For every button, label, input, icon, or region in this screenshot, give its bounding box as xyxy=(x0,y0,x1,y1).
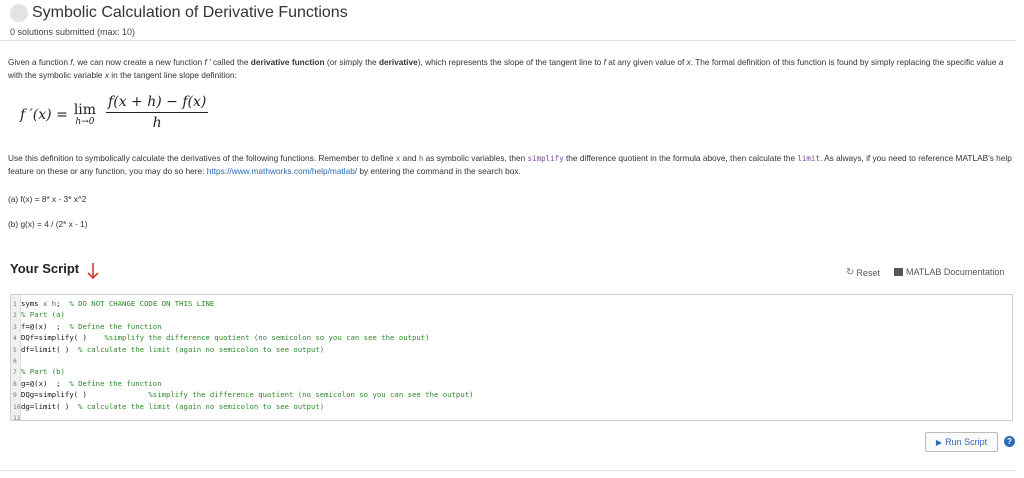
formula-lhs: f ′(x) = xyxy=(20,106,68,123)
code-text: DQg=simplify( ) xyxy=(21,390,149,400)
part-a-function: (a) f(x) = 8* x - 3* x^2 xyxy=(8,194,87,204)
reset-icon: ↻ xyxy=(846,267,855,278)
run-script-button[interactable]: ▶ Run Script xyxy=(925,432,998,452)
instr-code: limit xyxy=(797,154,820,163)
code-comment: % calculate the limit (again no semicolo… xyxy=(78,401,325,411)
instr-text: and xyxy=(400,153,419,163)
matlab-documentation-button[interactable]: MATLAB Documentation xyxy=(894,267,1004,277)
desc-bold: derivative xyxy=(378,57,418,67)
docs-label: MATLAB Documentation xyxy=(906,267,1005,277)
help-icon[interactable]: ? xyxy=(1004,436,1015,447)
divider xyxy=(0,470,1016,471)
formula-lim-text: lim xyxy=(73,102,97,118)
code-comment: % Part (a) xyxy=(21,310,65,320)
desc-text: with the symbolic variable xyxy=(8,70,105,80)
code-comment: %simplify the difference quotient (no se… xyxy=(104,333,430,343)
divider xyxy=(0,40,1016,41)
code-editor[interactable]: 1 syms x h; % DO NOT CHANGE CODE ON THIS … xyxy=(10,294,1013,423)
down-arrow-icon xyxy=(87,263,99,280)
problem-header: Symbolic Calculation of Derivative Funct… xyxy=(10,4,348,22)
desc-text: in the tangent line slope definition: xyxy=(109,70,237,80)
run-label: Run Script xyxy=(945,437,988,447)
desc-text: (or simply the xyxy=(324,57,379,67)
code-line[interactable]: 9 DQg=simplify( ) %simplify the differenc… xyxy=(11,389,474,400)
book-icon xyxy=(894,268,903,276)
desc-text: at any given value of xyxy=(605,57,687,67)
code-comment: % DO NOT CHANGE CODE ON THIS LINE xyxy=(69,299,215,308)
code-text: df=limit( ) xyxy=(21,344,79,354)
page-title: Symbolic Calculation of Derivative Funct… xyxy=(32,4,348,21)
part-b-function: (b) g(x) = 4 / (2* x - 1) xyxy=(8,219,88,229)
problem-description: Given a function f, we can now create a … xyxy=(8,56,1008,82)
desc-text: called the xyxy=(210,57,251,67)
formula-denominator: h xyxy=(152,115,162,131)
code-comment: % Part (b) xyxy=(21,367,65,377)
code-line[interactable]: 6 xyxy=(11,355,21,366)
desc-text: Given a function xyxy=(8,57,71,67)
code-comment: % calculate the limit (again no semicolo… xyxy=(78,344,325,354)
code-line[interactable]: 2% Part (a) xyxy=(11,309,65,320)
formula-limit: lim h→0 xyxy=(74,102,96,127)
code-text: syms xyxy=(21,299,43,308)
matlab-help-link[interactable]: https://www.mathworks.com/help/matlab/ xyxy=(207,166,357,176)
formula-numerator: f(x + h) − f(x) xyxy=(106,94,209,113)
code-comment: %simplify the difference quotient (no se… xyxy=(148,390,474,400)
formula-fraction: f(x + h) − f(x) h xyxy=(106,94,209,131)
code-text: f=@(x) ; xyxy=(21,321,70,331)
submissions-count: 0 solutions submitted (max: 10) xyxy=(10,27,136,37)
your-script-heading: Your Script xyxy=(10,261,80,276)
instr-text: the difference quotient in the formula a… xyxy=(563,153,798,163)
instr-text: Use this definition to symbolically calc… xyxy=(8,153,396,163)
code-symbols: x h xyxy=(42,299,57,308)
code-text: dg=limit( ) xyxy=(21,401,79,411)
reset-label: Reset xyxy=(856,267,880,278)
code-line[interactable]: 10dg=limit( ) % calculate the limit (aga… xyxy=(11,401,324,412)
desc-text: , we can now create a new function xyxy=(72,57,205,67)
code-line[interactable]: 7% Part (b) xyxy=(11,366,65,377)
instructions: Use this definition to symbolically calc… xyxy=(8,152,1018,178)
line-number: 11 xyxy=(13,415,21,422)
reset-button[interactable]: ↻ Reset xyxy=(846,267,880,278)
desc-text: ), which represents the slope of the tan… xyxy=(417,57,604,67)
code-line[interactable]: 5 df=limit( ) % calculate the limit (agai… xyxy=(11,344,324,355)
instr-text: as symbolic variables, then xyxy=(423,153,528,163)
code-line[interactable]: 11 xyxy=(11,412,21,423)
code-comment: % Define the function xyxy=(69,321,162,331)
code-line[interactable]: 3 f=@(x) ; % Define the function xyxy=(11,321,162,332)
status-circle-icon xyxy=(10,4,28,22)
code-line[interactable]: 1 syms x h; % DO NOT CHANGE CODE ON THIS … xyxy=(11,298,214,309)
instr-code: simplify xyxy=(527,154,564,163)
code-line[interactable]: 8 g=@(x) ; % Define the function xyxy=(11,378,162,389)
code-comment: % Define the function xyxy=(69,378,162,388)
desc-bold: derivative function xyxy=(250,57,325,67)
code-line[interactable]: 4 DQf=simplify( ) %simplify the differenc… xyxy=(11,332,430,343)
play-icon: ▶ xyxy=(935,437,943,447)
desc-var: a xyxy=(998,57,1004,67)
code-text: DQf=simplify( ) xyxy=(21,333,105,343)
code-text: g=@(x) ; xyxy=(21,378,70,388)
derivative-formula: f ′(x) = lim h→0 f(x + h) − f(x) h xyxy=(20,94,209,131)
desc-text: . The formal definition of this function… xyxy=(690,57,999,67)
code-text: ; xyxy=(56,299,70,308)
formula-lim-subscript: h→0 xyxy=(75,117,95,127)
instr-text: by entering the command in the search bo… xyxy=(357,166,521,176)
